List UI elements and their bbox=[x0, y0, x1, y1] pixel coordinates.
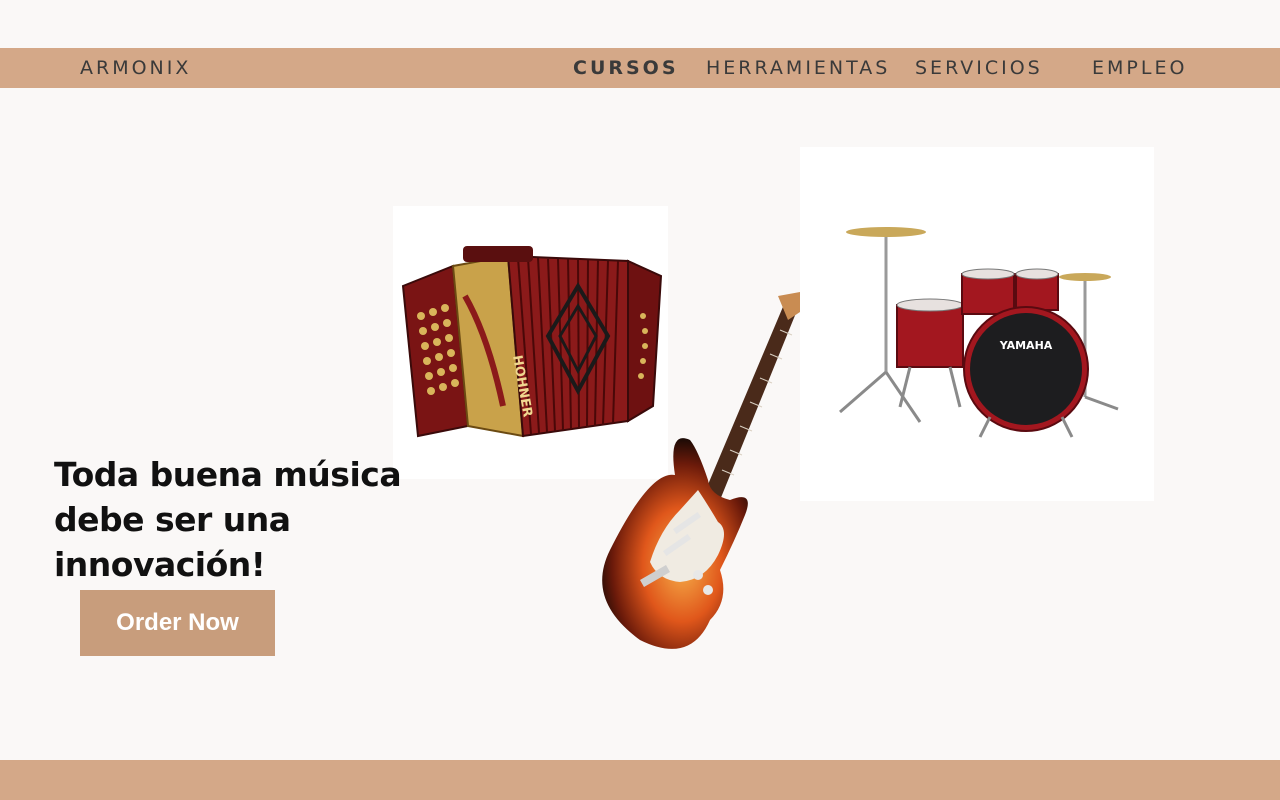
nav-link-servicios[interactable]: SERVICIOS bbox=[915, 48, 1043, 88]
drum-brand-text: YAMAHA bbox=[999, 339, 1053, 352]
brand-logo-link[interactable]: ARMONIX bbox=[80, 48, 191, 88]
nav-link-herramientas[interactable]: HERRAMIENTAS bbox=[706, 48, 890, 88]
order-now-button[interactable]: Order Now bbox=[80, 590, 275, 656]
nav-link-empleo[interactable]: EMPLEO bbox=[1092, 48, 1187, 88]
guitar-illustration bbox=[602, 292, 800, 649]
electric-guitar-image bbox=[580, 290, 810, 660]
footer-band bbox=[0, 760, 1280, 800]
drum-kit-illustration: YAMAHA bbox=[839, 227, 1119, 438]
nav-link-cursos[interactable]: CURSOS bbox=[573, 48, 679, 88]
drum-kit-image: YAMAHA bbox=[800, 147, 1154, 501]
top-navbar: ARMONIX CURSOS HERRAMIENTAS SERVICIOS EM… bbox=[0, 48, 1280, 88]
hero-headline: Toda buena música debe ser una innovació… bbox=[54, 455, 402, 584]
